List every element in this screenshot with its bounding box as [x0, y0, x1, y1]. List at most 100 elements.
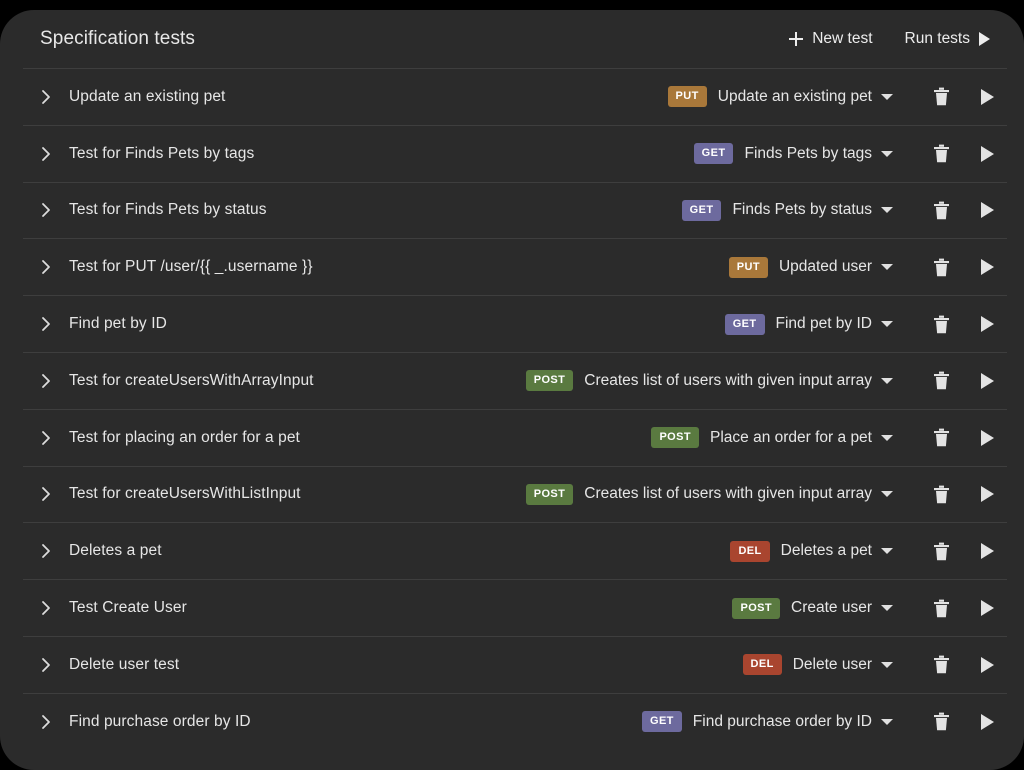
test-name: Deletes a pet [69, 542, 162, 560]
method-badge: DEL [742, 654, 782, 676]
operation-label: Finds Pets by tags [744, 144, 872, 162]
chevron-right-icon[interactable] [35, 540, 57, 562]
test-name: Test for Finds Pets by tags [69, 144, 255, 162]
delete-test-button[interactable] [921, 645, 961, 685]
table-row[interactable]: Test for Finds Pets by status GET Finds Pe… [0, 183, 1024, 239]
run-test-button[interactable] [967, 247, 1007, 287]
delete-test-button[interactable] [921, 77, 961, 117]
chevron-down-icon [881, 548, 893, 555]
run-test-button[interactable] [967, 418, 1007, 458]
operation-dropdown[interactable]: Delete user [793, 656, 893, 674]
delete-test-button[interactable] [921, 247, 961, 287]
operation-dropdown[interactable]: Updated user [779, 258, 893, 276]
delete-test-button[interactable] [921, 702, 961, 742]
delete-test-button[interactable] [921, 190, 961, 230]
chevron-right-icon[interactable] [35, 370, 57, 392]
row-actions: PUT Updated user [728, 247, 1007, 287]
operation-dropdown[interactable]: Finds Pets by tags [744, 145, 893, 163]
test-list: Update an existing pet PUT Update an exist… [0, 69, 1024, 750]
trash-icon [933, 258, 949, 276]
play-icon [980, 145, 994, 162]
chevron-right-icon[interactable] [35, 427, 57, 449]
trash-icon [933, 485, 949, 504]
test-name: Update an existing pet [69, 87, 226, 105]
test-name: Find pet by ID [69, 315, 167, 333]
run-test-button[interactable] [967, 702, 1007, 742]
operation-dropdown[interactable]: Creates list of users with given input a… [584, 372, 893, 390]
operation-dropdown[interactable]: Creates list of users with given input a… [584, 485, 893, 503]
chevron-right-icon[interactable] [35, 199, 57, 221]
run-test-button[interactable] [967, 304, 1007, 344]
test-name: Test for Finds Pets by status [69, 201, 267, 219]
run-tests-label: Run tests [904, 30, 970, 47]
table-row[interactable]: Test for createUsersWithArrayInput POST Cr… [0, 353, 1024, 409]
chevron-down-icon [881, 93, 893, 100]
table-row[interactable]: Test for placing an order for a pet POST P… [0, 410, 1024, 466]
operation-dropdown[interactable]: Find purchase order by ID [693, 713, 893, 731]
delete-test-button[interactable] [921, 134, 961, 174]
chevron-right-icon[interactable] [35, 654, 57, 676]
table-row[interactable]: Update an existing pet PUT Update an exist… [0, 69, 1024, 125]
trash-icon [933, 655, 949, 674]
operation-dropdown[interactable]: Create user [791, 599, 893, 617]
run-tests-button[interactable]: Run tests [905, 30, 990, 48]
method-badge: POST [732, 597, 781, 619]
operation-label: Creates list of users with given input a… [584, 485, 872, 503]
new-test-button[interactable]: New test [789, 30, 873, 48]
play-icon [980, 88, 994, 105]
table-row[interactable]: Test Create User POST Create user [0, 580, 1024, 636]
chevron-right-icon[interactable] [35, 313, 57, 335]
delete-test-button[interactable] [921, 474, 961, 514]
table-row[interactable]: Test for Finds Pets by tags GET Finds Pets… [0, 126, 1024, 182]
operation-label: Place an order for a pet [710, 428, 872, 446]
chevron-right-icon[interactable] [35, 86, 57, 108]
operation-label: Finds Pets by status [732, 201, 872, 219]
table-row[interactable]: Deletes a pet DEL Deletes a pet [0, 523, 1024, 579]
run-test-button[interactable] [967, 77, 1007, 117]
table-row[interactable]: Test for PUT /user/{{ _.username }} PUT Up… [0, 239, 1024, 295]
test-name: Delete user test [69, 655, 180, 673]
delete-test-button[interactable] [921, 418, 961, 458]
operation-dropdown[interactable]: Finds Pets by status [732, 201, 893, 219]
run-test-button[interactable] [967, 134, 1007, 174]
run-test-button[interactable] [967, 361, 1007, 401]
operation-label: Create user [791, 599, 872, 617]
delete-test-button[interactable] [921, 304, 961, 344]
operation-label: Updated user [778, 258, 872, 276]
chevron-down-icon [881, 718, 893, 725]
chevron-right-icon[interactable] [35, 143, 57, 165]
method-badge: GET [681, 199, 722, 221]
specification-tests-panel: Specification tests New test Run tests U… [0, 10, 1024, 770]
chevron-right-icon[interactable] [35, 256, 57, 278]
chevron-down-icon [881, 264, 893, 271]
chevron-right-icon[interactable] [35, 483, 57, 505]
method-badge: GET [724, 313, 765, 335]
chevron-down-icon [881, 377, 893, 384]
chevron-right-icon[interactable] [35, 597, 57, 619]
method-badge: PUT [667, 86, 707, 108]
operation-label: Find purchase order by ID [692, 712, 872, 730]
table-row[interactable]: Delete user test DEL Delete user [0, 637, 1024, 693]
operation-dropdown[interactable]: Deletes a pet [781, 542, 893, 560]
table-row[interactable]: Test for createUsersWithListInput POST Cre… [0, 467, 1024, 523]
chevron-down-icon [881, 661, 893, 668]
run-test-button[interactable] [967, 645, 1007, 685]
method-badge: POST [651, 427, 699, 449]
delete-test-button[interactable] [921, 531, 961, 571]
table-row[interactable]: Find purchase order by ID GET Find purchas… [0, 694, 1024, 750]
chevron-right-icon[interactable] [35, 711, 57, 733]
run-test-button[interactable] [967, 190, 1007, 230]
chevron-down-icon [881, 321, 893, 328]
table-row[interactable]: Find pet by ID GET Find pet by ID [0, 296, 1024, 352]
delete-test-button[interactable] [921, 588, 961, 628]
run-test-button[interactable] [967, 474, 1007, 514]
operation-dropdown[interactable]: Update an existing pet [718, 88, 893, 106]
run-test-button[interactable] [967, 531, 1007, 571]
play-icon [980, 486, 994, 503]
operation-dropdown[interactable]: Place an order for a pet [710, 429, 893, 447]
run-test-button[interactable] [967, 588, 1007, 628]
method-badge: PUT [728, 256, 768, 278]
delete-test-button[interactable] [921, 361, 961, 401]
operation-dropdown[interactable]: Find pet by ID [776, 315, 893, 333]
play-icon [980, 600, 994, 617]
